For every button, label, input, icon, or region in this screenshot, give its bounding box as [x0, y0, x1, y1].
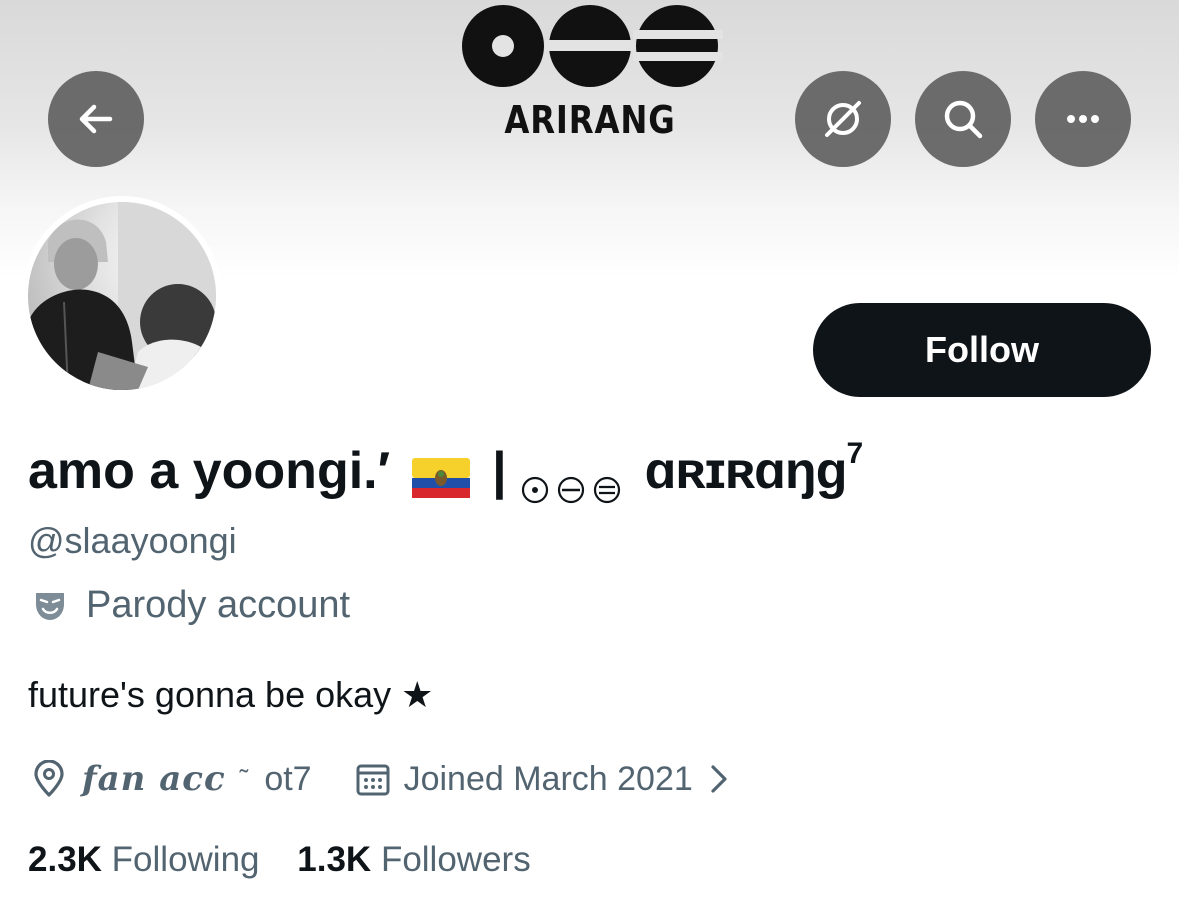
ecuador-flag-icon	[412, 451, 471, 498]
arirang-logo: ARIRANG	[455, 0, 725, 150]
location-pin-icon	[34, 760, 64, 797]
search-icon	[944, 100, 983, 139]
location-tilde: ῀	[239, 763, 249, 794]
circle-minus-icon	[557, 457, 585, 504]
name-suffix: ɑʀɪʀɑŋɡ7	[644, 437, 863, 500]
more-button[interactable]	[1035, 71, 1131, 167]
calendar-icon	[356, 764, 390, 796]
location-text: 𝒇𝒂𝒏 𝒂𝒄𝒄	[82, 759, 226, 799]
following-label: Following	[111, 840, 260, 879]
name-separator: |	[492, 442, 507, 500]
theater-mask-icon	[36, 592, 64, 620]
more-icon	[1067, 115, 1099, 123]
following-link[interactable]: 2.3K Following	[28, 840, 260, 879]
circle-equals-icon	[593, 457, 621, 504]
display-name: amo a yoongi.′ | ɑʀɪʀɑŋɡ7	[28, 436, 863, 506]
avatar[interactable]	[22, 196, 222, 396]
followers-count: 1.3K	[297, 840, 372, 879]
joined-date: Joined March 2021	[403, 759, 693, 798]
user-handle: @slaayoongi	[28, 520, 237, 561]
profile-meta: 𝒇𝒂𝒏 𝒂𝒄𝒄 ῀ ot7 Joined March 2021	[32, 754, 731, 804]
avatar-photo	[28, 202, 216, 390]
banner-title: ARIRANG	[504, 98, 676, 142]
location-group: ot7	[264, 759, 312, 798]
bio: future's gonna be okay ★	[28, 674, 434, 715]
back-button[interactable]	[48, 71, 144, 167]
follow-button[interactable]: Follow	[813, 303, 1151, 397]
parody-label[interactable]: Parody account	[32, 584, 350, 627]
search-button[interactable]	[915, 71, 1011, 167]
logo-symbols-icon	[462, 5, 723, 87]
display-name-text: amo a yoongi.′	[28, 442, 391, 500]
followers-link[interactable]: 1.3K Followers	[297, 840, 530, 879]
parody-text: Parody account	[86, 584, 351, 626]
arrow-left-icon	[79, 104, 113, 134]
grok-icon	[825, 101, 861, 137]
followers-label: Followers	[380, 840, 531, 879]
follow-stats: 2.3K Following 1.3K Followers	[28, 840, 531, 880]
following-count: 2.3K	[28, 840, 102, 879]
name-superscript: 7	[846, 437, 863, 470]
grok-button[interactable]	[795, 71, 891, 167]
chevron-right-icon[interactable]	[707, 762, 731, 796]
circle-dot-icon	[521, 457, 549, 504]
